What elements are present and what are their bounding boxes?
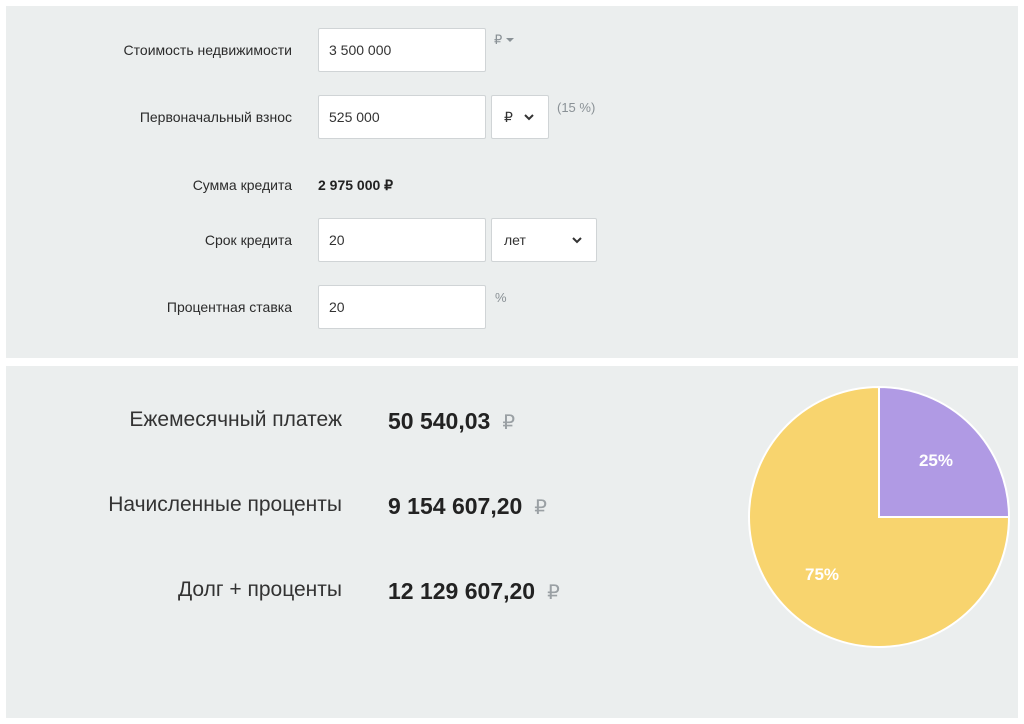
results-panel: Ежемесячный платеж 50 540,03 ₽ Начисленны…: [6, 366, 1018, 718]
debt-plus-interest-currency: ₽: [547, 582, 560, 604]
down-payment-input[interactable]: 525 000: [318, 95, 486, 139]
loan-structure-pie-chart: 25% 75%: [748, 385, 1011, 648]
property-cost-currency: ₽: [494, 32, 503, 47]
interest-rate-unit: %: [495, 290, 507, 305]
loan-term-unit-select[interactable]: лет: [491, 218, 597, 262]
monthly-payment-label: Ежемесячный платеж: [129, 408, 342, 431]
pie-slice-label-0: 25%: [919, 451, 953, 470]
accrued-interest-currency: ₽: [534, 497, 548, 519]
loan-amount-value: 2 975 000 ₽: [318, 177, 394, 193]
property-cost-input[interactable]: 3 500 000: [318, 28, 486, 72]
loan-term-label: Срок кредита: [204, 232, 292, 248]
monthly-payment-value: 50 540,03: [388, 408, 491, 434]
pie-slice-label-1: 75%: [805, 565, 839, 584]
debt-plus-interest-label: Долг + проценты: [177, 578, 342, 601]
down-payment-label: Первоначальный взнос: [139, 109, 292, 125]
debt-plus-interest-value: 12 129 607,20: [388, 578, 536, 604]
loan-term-input[interactable]: 20: [318, 218, 486, 262]
interest-rate-input[interactable]: 20: [318, 285, 486, 329]
interest-rate-label: Процентная ставка: [166, 299, 292, 315]
chevron-down-icon: [524, 114, 534, 121]
loan-term-unit-value: лет: [504, 232, 526, 248]
accrued-interest-label: Начисленные проценты: [108, 493, 342, 516]
monthly-payment-value-row: 50 540,03 ₽: [388, 408, 515, 435]
down-payment-unit-select[interactable]: ₽: [491, 95, 549, 139]
caret-down-icon: [506, 38, 515, 42]
down-payment-unit-value: ₽: [504, 108, 513, 125]
property-cost-currency-dropdown[interactable]: ₽: [494, 32, 515, 48]
loan-amount-label: Сумма кредита: [192, 177, 292, 193]
accrued-interest-value-row: 9 154 607,20 ₽: [388, 493, 547, 520]
monthly-payment-currency: ₽: [502, 412, 516, 434]
down-payment-percent-hint: (15 %): [557, 100, 596, 115]
calculator-form-panel: Стоимость недвижимости 3 500 000 ₽ Перво…: [6, 6, 1018, 358]
debt-plus-interest-value-row: 12 129 607,20 ₽: [388, 578, 560, 605]
accrued-interest-value: 9 154 607,20: [388, 493, 523, 519]
property-cost-label: Стоимость недвижимости: [123, 42, 292, 58]
chevron-down-icon: [572, 237, 582, 244]
